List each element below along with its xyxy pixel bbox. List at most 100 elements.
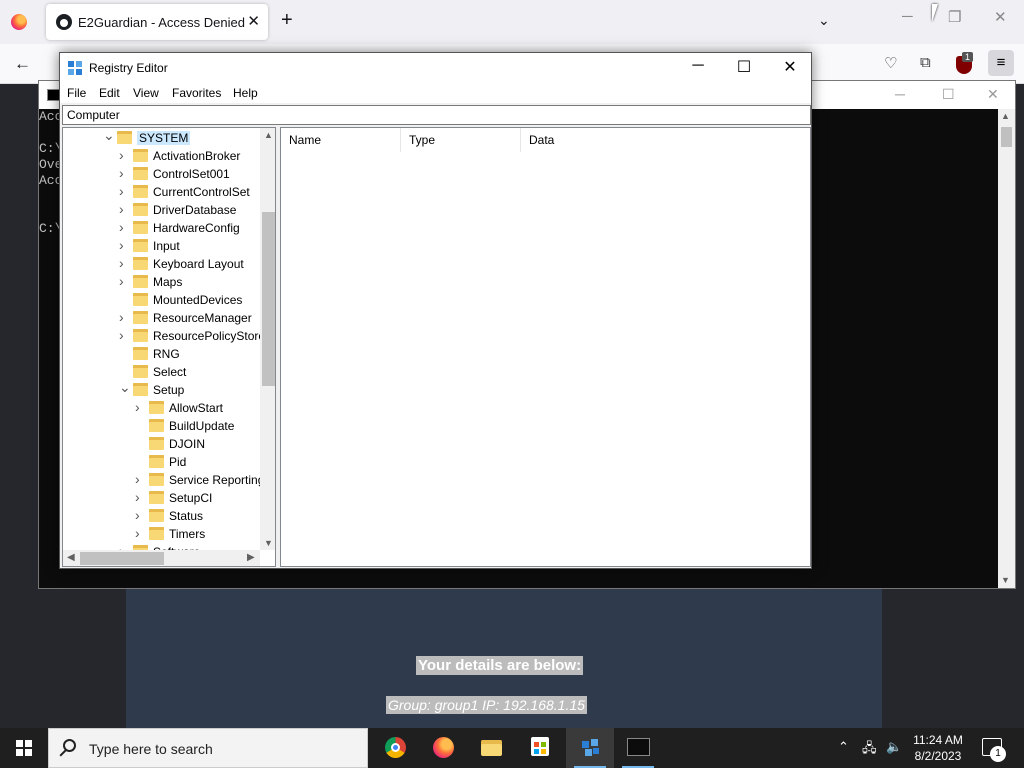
collapse-chevron-icon[interactable]: ⌄	[119, 379, 131, 396]
tree-item[interactable]: Pid	[63, 453, 259, 471]
tree-item[interactable]: › ResourcePolicyStore	[63, 327, 265, 345]
tree-hscroll-thumb[interactable]	[80, 552, 164, 565]
cmd-close-button[interactable]: ✕	[987, 86, 999, 103]
scroll-left-icon[interactable]: ◀	[67, 552, 75, 563]
collapse-chevron-icon[interactable]: ⌄	[103, 128, 115, 144]
tree-item[interactable]: › DriverDatabase	[63, 201, 259, 219]
tree-item[interactable]: › Maps	[63, 273, 259, 291]
list-tabs-button[interactable]: ⌄	[818, 12, 830, 29]
cmd-maximize-button[interactable]: ☐	[942, 86, 955, 103]
scroll-down-icon[interactable]: ▼	[264, 538, 273, 548]
expand-chevron-icon[interactable]: ›	[119, 255, 129, 271]
expand-chevron-icon[interactable]: ›	[119, 183, 129, 199]
clock-time: 11:24 AM	[913, 733, 963, 747]
tree-item-label: CurrentControlSet	[153, 185, 250, 199]
browser-close-button[interactable]: ✕	[994, 8, 1007, 26]
new-tab-button[interactable]: +	[281, 9, 293, 32]
tree-item[interactable]: › Service Reporting	[63, 471, 264, 489]
taskbar-firefox[interactable]	[419, 728, 467, 768]
taskbar-file-explorer[interactable]	[467, 728, 515, 768]
expand-chevron-icon[interactable]: ›	[135, 399, 145, 415]
tree-item[interactable]: RNG	[63, 345, 259, 363]
menu-file[interactable]: File	[67, 86, 86, 100]
browser-tab-active[interactable]: E2Guardian - Access Denied ✕	[46, 4, 268, 40]
tray-chevron-icon[interactable]: ⌃	[838, 739, 849, 755]
search-icon	[63, 739, 76, 752]
tree-scroll-thumb[interactable]	[262, 212, 275, 386]
tree-item[interactable]: › ControlSet001	[63, 165, 259, 183]
scroll-down-icon[interactable]: ▼	[1001, 575, 1010, 585]
menu-edit[interactable]: Edit	[99, 86, 120, 100]
tree-item[interactable]: › AllowStart	[63, 399, 259, 417]
tree-item[interactable]: MountedDevices	[63, 291, 259, 309]
browser-menu-button[interactable]: ≡	[988, 50, 1014, 76]
tree-item[interactable]: Select	[63, 363, 259, 381]
scroll-up-icon[interactable]: ▲	[1001, 111, 1010, 121]
regedit-close-button[interactable]: ✕	[767, 57, 813, 77]
menu-help[interactable]: Help	[233, 86, 258, 100]
taskbar-search-box[interactable]: Type here to search	[48, 728, 368, 768]
expand-chevron-icon[interactable]: ›	[135, 471, 145, 487]
column-header-name[interactable]: Name	[281, 128, 401, 152]
expand-chevron-icon[interactable]: ›	[135, 525, 145, 541]
tree-item[interactable]: DJOIN	[63, 435, 259, 453]
tree-item[interactable]: › CurrentControlSet	[63, 183, 259, 201]
folder-icon	[149, 419, 164, 432]
pocket-icon[interactable]: ♡	[884, 54, 897, 72]
tree-item[interactable]: › Input	[63, 237, 259, 255]
expand-chevron-icon[interactable]: ›	[119, 147, 129, 163]
cmd-minimize-button[interactable]: ─	[895, 86, 905, 102]
tree-item[interactable]: BuildUpdate	[63, 417, 259, 435]
tree-item-label: BuildUpdate	[169, 419, 235, 433]
regedit-titlebar[interactable]: Registry Editor ─ ☐ ✕	[60, 53, 811, 83]
extensions-icon[interactable]: ⧉	[920, 54, 931, 71]
tab-close-icon[interactable]: ✕	[247, 12, 260, 30]
expand-chevron-icon[interactable]: ›	[119, 219, 129, 235]
volume-icon[interactable]: 🔈	[886, 739, 902, 755]
regedit-maximize-button[interactable]: ☐	[721, 57, 767, 77]
expand-chevron-icon[interactable]: ›	[119, 237, 129, 253]
tree-vertical-scrollbar[interactable]: ▲ ▼	[260, 128, 275, 550]
expand-chevron-icon[interactable]: ›	[119, 327, 129, 343]
chrome-icon	[385, 737, 406, 758]
back-button[interactable]: ←	[14, 54, 31, 74]
expand-chevron-icon[interactable]: ›	[135, 507, 145, 523]
browser-minimize-button[interactable]: ─	[902, 8, 913, 25]
taskbar-clock[interactable]: 11:24 AM 8/2/2023	[908, 732, 968, 764]
tree-item[interactable]: › ActivationBroker	[63, 147, 259, 165]
column-header-type[interactable]: Type	[401, 128, 521, 152]
expand-chevron-icon[interactable]: ›	[119, 273, 129, 289]
taskbar-cmd[interactable]	[614, 728, 662, 768]
expand-chevron-icon[interactable]: ›	[119, 201, 129, 217]
tree-item[interactable]: › HardwareConfig	[63, 219, 259, 237]
folder-icon	[133, 311, 148, 324]
taskbar-chrome[interactable]	[371, 728, 419, 768]
network-icon[interactable]: 🖧	[862, 739, 877, 761]
expand-chevron-icon[interactable]: ›	[135, 489, 145, 505]
folder-icon	[117, 131, 132, 144]
tree-item[interactable]: › Timers	[63, 525, 259, 543]
tree-horizontal-scrollbar[interactable]: ◀ ▶	[63, 550, 260, 566]
expand-chevron-icon[interactable]: ›	[119, 309, 129, 325]
tree-item[interactable]: › ResourceManager	[63, 309, 259, 327]
tree-item[interactable]: › Status	[63, 507, 259, 525]
start-button[interactable]	[16, 740, 32, 756]
registry-values-list: Name Type Data	[280, 127, 811, 567]
expand-chevron-icon[interactable]: ›	[119, 165, 129, 181]
column-header-data[interactable]: Data	[521, 128, 811, 152]
tree-item[interactable]: ⌄ Setup	[63, 379, 259, 399]
menu-favorites[interactable]: Favorites	[172, 86, 221, 100]
scroll-right-icon[interactable]: ▶	[247, 552, 255, 563]
taskbar-regedit[interactable]	[566, 728, 614, 768]
cmd-scrollbar[interactable]: ▲ ▼	[998, 109, 1015, 588]
cmd-scroll-thumb[interactable]	[1001, 127, 1012, 147]
regedit-minimize-button[interactable]: ─	[675, 57, 721, 75]
regedit-address-bar[interactable]: Computer	[62, 105, 811, 125]
scroll-up-icon[interactable]: ▲	[264, 130, 273, 140]
tree-item[interactable]: › SetupCI	[63, 489, 259, 507]
tree-item[interactable]: ⌄ SYSTEM	[63, 128, 259, 147]
menu-view[interactable]: View	[133, 86, 159, 100]
browser-restore-button[interactable]: ❐	[948, 8, 961, 26]
tree-item[interactable]: › Keyboard Layout	[63, 255, 259, 273]
taskbar-store[interactable]	[516, 728, 564, 768]
